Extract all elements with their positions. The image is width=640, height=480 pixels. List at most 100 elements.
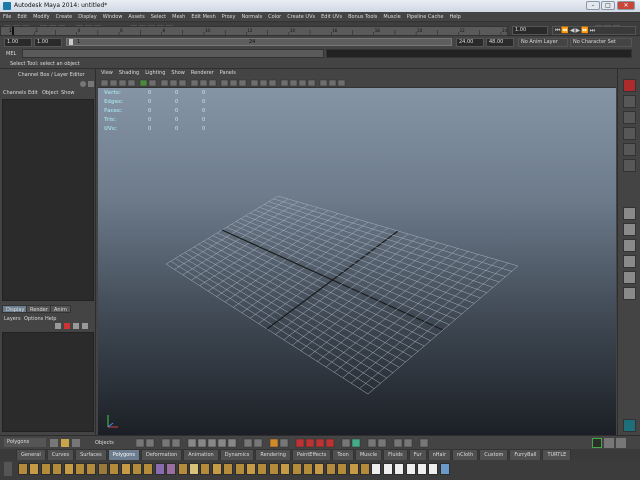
shelf-tool-icon[interactable] [75,463,85,475]
tab-anim[interactable]: Anim [50,305,71,313]
layers-menu[interactable]: Layers [4,316,21,322]
shelf-tool-icon[interactable] [177,463,188,475]
shelf-tool-icon[interactable] [394,463,405,475]
time-slider[interactable]: 2 4 6 8 10 12 14 16 18 20 22 24 1 [0,26,508,36]
menu-window[interactable]: Window [100,12,126,22]
perspective-viewport[interactable]: View Shading Lighting Show Renderer Panels Ve… [98,69,616,435]
shelf-tool-icon[interactable] [337,463,348,475]
anim-layer-dropdown[interactable]: No Anim Layer [518,38,568,47]
shelf-tool-icon[interactable] [439,463,450,475]
command-input[interactable] [22,49,324,58]
shelf-tool-icon[interactable] [246,463,256,475]
object-menu[interactable]: Object [42,90,58,96]
persp-outliner-layout-icon[interactable] [623,239,636,252]
shelf-tool-icon[interactable] [166,463,177,475]
shelf-tool-icon[interactable] [86,463,97,475]
tab-render[interactable]: Render [26,305,52,313]
menu-modify[interactable]: Modify [30,12,53,22]
shelf-tool-icon[interactable] [29,463,40,475]
current-time-marker[interactable] [12,27,14,35]
character-set-dropdown[interactable]: No Character Set [570,38,632,47]
layer-move-up-icon[interactable] [73,323,79,329]
show-menu[interactable]: Show [61,90,75,96]
paint-select-icon[interactable] [623,111,636,124]
shelf-tool-icon[interactable] [314,463,325,475]
shelf-tool-icon[interactable] [120,463,131,475]
close-button[interactable]: ✕ [617,1,635,10]
menu-normals[interactable]: Normals [238,12,265,22]
shelf-tool-icon[interactable] [382,463,393,475]
range-start-field[interactable]: 1.00 [4,38,32,47]
menu-edit-mesh[interactable]: Edit Mesh [188,12,218,22]
menu-mesh[interactable]: Mesh [169,12,188,22]
four-view-layout-icon[interactable] [623,223,636,236]
shelf-tool-icon[interactable] [189,463,199,475]
select-tool-icon[interactable] [623,79,636,92]
shelf-status-icons[interactable] [136,437,566,449]
menu-edit[interactable]: Edit [14,12,30,22]
channel-box-option-icon[interactable] [80,81,86,87]
create-layer-icon[interactable] [55,323,61,329]
single-view-layout-icon[interactable] [623,207,636,220]
range-end-field[interactable]: 48.00 [486,38,514,47]
menu-muscle[interactable]: Muscle [380,12,403,22]
shelf-tool-icon[interactable] [52,463,63,475]
tab-display[interactable]: Display [2,305,29,313]
shelf-tool-icon[interactable] [417,463,427,475]
menu-proxy[interactable]: Proxy [219,12,239,22]
shelf-tool-icon[interactable] [223,463,234,475]
shelf-tool-icon[interactable] [63,463,74,475]
shelf-menu-icon[interactable] [4,462,12,476]
mel-label[interactable]: MEL [6,51,16,57]
shelf-tool-icon[interactable] [371,463,382,475]
menu-edit-uvs[interactable]: Edit UVs [318,12,345,22]
menu-file[interactable]: File [0,12,14,22]
menu-help[interactable]: Help [446,12,463,22]
channels-menu[interactable]: Channels [3,90,26,96]
shelf-tool-icon[interactable] [291,463,302,475]
range-slider[interactable]: 1 24 [66,38,452,46]
shelf-tool-icon[interactable] [40,463,51,475]
shelf-tool-icon[interactable] [143,463,154,475]
playback-end-field[interactable]: 24.00 [456,38,484,47]
shelf-tool-icon[interactable] [325,463,336,475]
scale-tool-icon[interactable] [623,159,636,172]
shelf-tool-icon[interactable] [211,463,222,475]
save-icon[interactable] [72,439,80,447]
attribute-editor-shelf-icon[interactable] [592,438,602,448]
persp-graph-layout-icon[interactable] [623,255,636,268]
channel-box-shelf-icon[interactable] [616,438,626,448]
new-scene-shelf-icon[interactable] [50,439,58,447]
open-folder-icon[interactable] [61,439,69,447]
playback-buttons-icon[interactable]: ⏮⏪◀▶⏩⏭ [553,27,596,34]
channel-box-layout-icon[interactable] [88,81,94,87]
shelf-tool-icon[interactable] [280,463,291,475]
minimize-button[interactable]: – [586,1,600,10]
shelf-tool-icon[interactable] [234,463,245,475]
options-menu[interactable]: Options [24,316,43,322]
menu-bonus-tools[interactable]: Bonus Tools [345,12,380,22]
current-frame-field[interactable]: 1.00 [512,26,548,35]
shelf-tool-icon[interactable] [154,463,165,475]
shelf-tool-icon[interactable] [428,463,439,475]
shelf-tool-icon[interactable] [97,463,108,475]
menu-color[interactable]: Color [265,12,284,22]
shelf-tool-icon[interactable] [18,463,28,475]
shelf-tool-icon[interactable] [132,463,142,475]
maximize-button[interactable]: □ [601,1,615,10]
shelf-tool-icon[interactable] [360,463,370,475]
playback-start-field[interactable]: 1.00 [34,38,62,47]
move-tool-icon[interactable] [623,127,636,140]
menu-select[interactable]: Select [148,12,169,22]
lasso-tool-icon[interactable] [623,95,636,108]
layer-move-down-icon[interactable] [82,323,88,329]
shelf-tool-icon[interactable] [257,463,268,475]
hypershade-layout-icon[interactable] [623,271,636,284]
help-menu[interactable]: Help [45,316,56,322]
shelf-tool-icon[interactable] [348,463,359,475]
menu-assets[interactable]: Assets [125,12,147,22]
create-layer-from-selected-icon[interactable] [64,323,70,329]
shelf-tool-icon[interactable] [200,463,211,475]
custom-layout-icon[interactable] [623,287,636,300]
shelf-tool-icon[interactable] [405,463,416,475]
